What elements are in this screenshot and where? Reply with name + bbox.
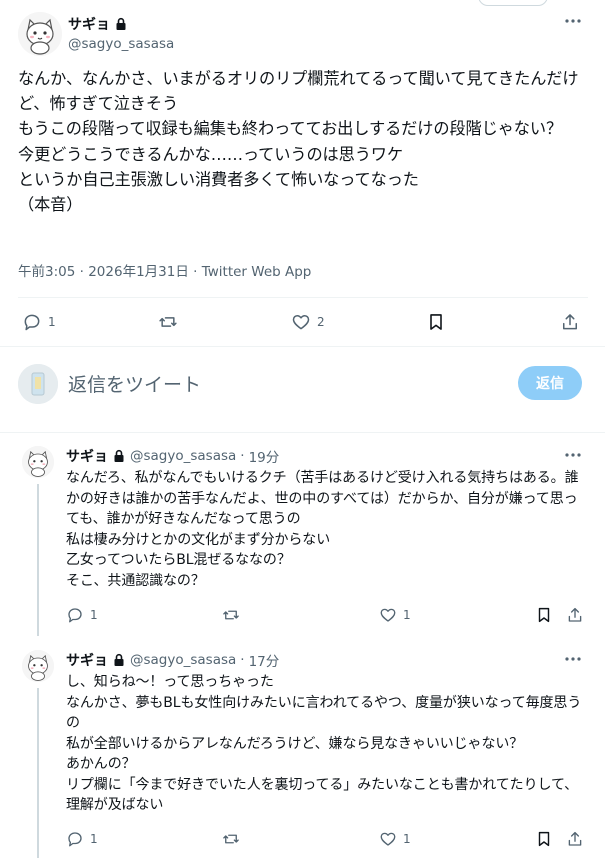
- reply-count: 1: [90, 832, 98, 846]
- tweet-text: し、知らね〜！って思っちゃった なんかさ、夢もBLも女性向けみたいに言われてるや…: [66, 674, 582, 813]
- reply-icon: [24, 314, 40, 331]
- reply-submit-button[interactable]: 返信: [518, 366, 582, 400]
- thread-line: [37, 688, 39, 858]
- divider: [0, 346, 605, 347]
- share-icon: [568, 607, 582, 622]
- more-icon[interactable]: [564, 652, 582, 666]
- share-button[interactable]: [560, 312, 580, 332]
- follow-button-partial[interactable]: [478, 0, 548, 6]
- tweet-text: なんか、なんかさ、いまがるオリのリプ欄荒れてるって聞いて見てきたんだけど、怖すぎ…: [18, 69, 579, 215]
- tweet-time[interactable]: 19分: [249, 446, 280, 466]
- avatar-image-icon: [18, 364, 58, 404]
- reply-count: 1: [48, 315, 56, 329]
- my-avatar[interactable]: [18, 364, 58, 404]
- bookmark-button[interactable]: [535, 606, 553, 624]
- like-button[interactable]: 1: [379, 606, 411, 624]
- thread-line: [37, 484, 39, 636]
- lock-icon: [112, 653, 126, 667]
- more-icon[interactable]: [564, 448, 582, 462]
- reply-button[interactable]: 1: [66, 830, 98, 848]
- share-button[interactable]: [566, 830, 584, 848]
- display-name[interactable]: サギョ: [68, 14, 110, 34]
- like-count: 2: [317, 315, 325, 329]
- reply-input[interactable]: 返信をツイート: [68, 370, 201, 397]
- retweet-icon: [159, 317, 177, 327]
- tweet-time[interactable]: 17分: [249, 650, 280, 670]
- cat-avatar-icon: [22, 446, 54, 478]
- like-count: 1: [403, 832, 411, 846]
- retweet-icon: [223, 610, 239, 620]
- reply-count: 1: [90, 608, 98, 622]
- like-button[interactable]: 1: [379, 830, 411, 848]
- retweet-icon: [223, 834, 239, 844]
- share-button[interactable]: [566, 606, 584, 624]
- tweet-date[interactable]: 2026年1月31日: [88, 264, 189, 280]
- handle[interactable]: @sagyo_sasasa: [130, 652, 236, 668]
- retweet-button[interactable]: [222, 830, 246, 848]
- bookmark-icon: [538, 831, 550, 847]
- share-icon: [568, 831, 582, 846]
- retweet-button[interactable]: [222, 606, 246, 624]
- like-button[interactable]: 2: [291, 312, 325, 332]
- bookmark-button[interactable]: [535, 830, 553, 848]
- reply-button[interactable]: 1: [22, 312, 56, 332]
- author-row: サギョ @sagyo_sasasa · 19分: [66, 446, 280, 466]
- divider: [0, 432, 605, 433]
- bookmark-button[interactable]: [426, 312, 446, 332]
- heart-icon: [380, 832, 396, 846]
- more-icon[interactable]: [564, 14, 582, 28]
- handle[interactable]: @sagyo_sasasa: [68, 36, 174, 52]
- author-row: サギョ: [68, 14, 128, 34]
- cat-avatar-icon: [18, 12, 62, 56]
- reply-button[interactable]: 1: [66, 606, 98, 624]
- bookmark-icon: [430, 314, 442, 330]
- tweet-meta: 午前3:05 · 2026年1月31日 · Twitter Web App: [18, 264, 312, 280]
- handle[interactable]: @sagyo_sasasa: [130, 448, 236, 464]
- heart-icon: [292, 315, 310, 330]
- cat-avatar-icon: [22, 650, 54, 682]
- lock-icon: [114, 17, 128, 31]
- bookmark-icon: [538, 607, 550, 623]
- retweet-button[interactable]: [158, 312, 184, 332]
- tweet-source[interactable]: Twitter Web App: [202, 264, 312, 280]
- author-row: サギョ @sagyo_sasasa · 17分: [66, 650, 280, 670]
- tweet-text: なんだろ、私がなんでもいけるクチ（苦手はあるけど受け入れる気持ちはある。誰かの好…: [66, 470, 579, 589]
- reply-icon: [68, 832, 82, 847]
- avatar[interactable]: [18, 12, 62, 56]
- avatar[interactable]: [22, 650, 54, 682]
- divider: [18, 297, 588, 298]
- share-icon: [563, 314, 577, 330]
- like-count: 1: [403, 608, 411, 622]
- avatar[interactable]: [22, 446, 54, 478]
- reply-icon: [68, 608, 82, 623]
- tweet-time[interactable]: 午前3:05: [18, 264, 75, 280]
- lock-icon: [112, 449, 126, 463]
- display-name[interactable]: サギョ: [66, 446, 108, 466]
- heart-icon: [380, 608, 396, 622]
- display-name[interactable]: サギョ: [66, 650, 108, 670]
